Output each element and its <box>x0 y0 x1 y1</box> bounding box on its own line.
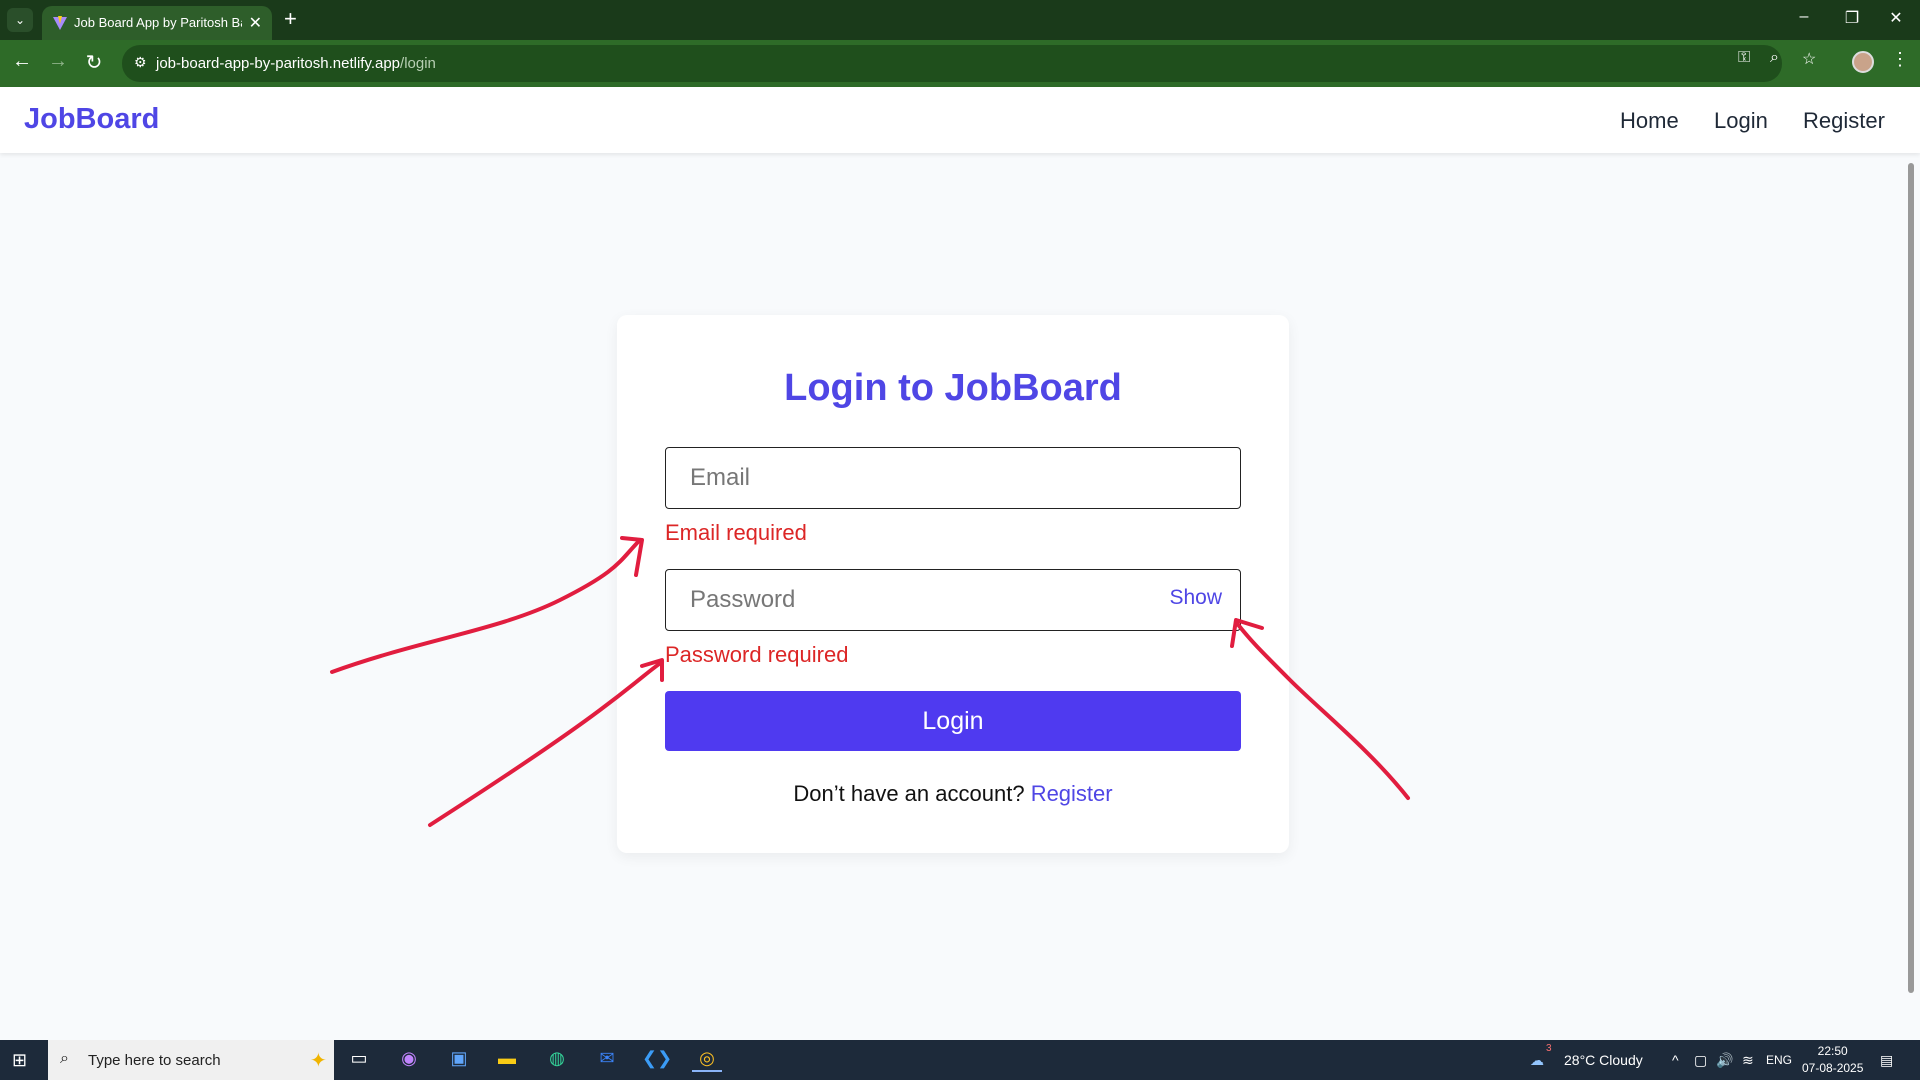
browser-toolbar: ← → ↻ ⚙ job-board-app-by-paritosh.netlif… <box>0 40 1920 87</box>
windows-taskbar: ⊞ ⌕ Type here to search ✦ ▭ ◉ ▣ ▬ ◍ ✉ ❮❯… <box>0 1040 1920 1080</box>
windows-start-icon[interactable]: ⊞ <box>12 1050 27 1071</box>
language-indicator[interactable]: ENG <box>1766 1053 1792 1067</box>
clock-time: 22:50 <box>1817 1044 1848 1058</box>
store-icon[interactable]: ▣ <box>444 1048 474 1072</box>
login-title: Login to JobBoard <box>784 367 1122 409</box>
tray-chevron-icon[interactable]: ^ <box>1672 1052 1679 1068</box>
forward-button[interactable]: → <box>44 50 72 73</box>
profile-avatar[interactable] <box>1852 51 1874 73</box>
copilot-sparkle-icon: ✦ <box>310 1050 327 1072</box>
bookmark-star-icon[interactable]: ☆ <box>1802 49 1816 69</box>
nav-link-login[interactable]: Login <box>1714 108 1768 134</box>
file-explorer-icon[interactable]: ▬ <box>492 1048 522 1072</box>
page-scrollbar[interactable] <box>1906 153 1918 1039</box>
weather-icon[interactable]: ☁ <box>1530 1052 1544 1069</box>
browser-tab-bar: ⌄ Job Board App by Paritosh Barman ✕ + –… <box>0 0 1920 40</box>
email-input[interactable] <box>666 448 1240 508</box>
taskbar-search[interactable]: ⌕ Type here to search ✦ <box>48 1040 334 1080</box>
tab-search-button[interactable]: ⌄ <box>7 8 33 32</box>
weather-text[interactable]: 28°C Cloudy <box>1564 1052 1643 1068</box>
password-field[interactable]: Show <box>665 569 1241 631</box>
restore-button[interactable]: ❐ <box>1832 8 1872 28</box>
browser-tab[interactable]: Job Board App by Paritosh Barman ✕ <box>42 6 272 40</box>
login-card: Login to JobBoard Email required Show Pa… <box>617 315 1289 853</box>
task-view-icon[interactable]: ▭ <box>344 1048 374 1072</box>
weather-badge: 3 <box>1546 1043 1552 1054</box>
zoom-icon[interactable]: ⌕ <box>1770 49 1779 67</box>
meet-icon[interactable]: ▢ <box>1694 1052 1707 1069</box>
vscode-icon[interactable]: ❮❯ <box>642 1048 672 1072</box>
minimize-button[interactable]: – <box>1784 8 1824 26</box>
taskbar-search-placeholder: Type here to search <box>88 1052 221 1069</box>
site-navbar: JobBoard Home Login Register <box>0 87 1920 153</box>
edge-icon[interactable]: ◍ <box>542 1048 572 1072</box>
site-info-icon[interactable]: ⚙ <box>134 54 147 71</box>
url-host: job-board-app-by-paritosh.netlify.app <box>156 55 401 72</box>
password-input[interactable] <box>666 570 1240 630</box>
copilot-icon[interactable]: ◉ <box>394 1048 424 1072</box>
notification-icon[interactable]: ▤ <box>1880 1052 1893 1069</box>
scrollbar-thumb[interactable] <box>1908 163 1914 993</box>
brand-logo[interactable]: JobBoard <box>24 103 159 136</box>
tab-close-icon[interactable]: ✕ <box>249 13 262 33</box>
signup-prompt: Don’t have an account? Register <box>617 781 1289 807</box>
back-button[interactable]: ← <box>8 50 36 73</box>
password-key-icon[interactable]: ⚿ <box>1738 49 1750 67</box>
password-error: Password required <box>665 642 849 667</box>
tab-title: Job Board App by Paritosh Barman <box>74 15 242 30</box>
wifi-icon[interactable]: ≋ <box>1742 1052 1754 1069</box>
email-error: Email required <box>665 520 807 545</box>
url-path: /login <box>400 55 436 72</box>
new-tab-button[interactable]: + <box>284 6 297 32</box>
signup-prompt-text: Don’t have an account? <box>793 781 1025 806</box>
login-button[interactable]: Login <box>665 691 1241 751</box>
nav-link-register[interactable]: Register <box>1803 108 1885 134</box>
volume-icon[interactable]: 🔊 <box>1716 1052 1733 1069</box>
show-password-toggle[interactable]: Show <box>1169 586 1222 610</box>
reload-button[interactable]: ↻ <box>80 50 108 75</box>
chrome-icon[interactable]: ◎ <box>692 1048 722 1072</box>
taskbar-clock[interactable]: 22:50 07-08-2025 <box>1802 1043 1863 1077</box>
browser-menu-icon[interactable]: ⋮ <box>1891 49 1909 70</box>
vite-favicon-icon <box>53 16 67 30</box>
close-window-button[interactable]: ✕ <box>1876 8 1916 28</box>
email-field[interactable] <box>665 447 1241 509</box>
nav-link-home[interactable]: Home <box>1620 108 1679 134</box>
address-bar[interactable]: ⚙ job-board-app-by-paritosh.netlify.app/… <box>122 45 1782 82</box>
outlook-icon[interactable]: ✉ <box>592 1048 622 1072</box>
url-text[interactable]: job-board-app-by-paritosh.netlify.app/lo… <box>156 55 436 72</box>
arrow-to-email-error <box>330 538 642 674</box>
register-link[interactable]: Register <box>1031 781 1113 806</box>
search-icon: ⌕ <box>60 1050 69 1067</box>
clock-date: 07-08-2025 <box>1802 1061 1864 1075</box>
